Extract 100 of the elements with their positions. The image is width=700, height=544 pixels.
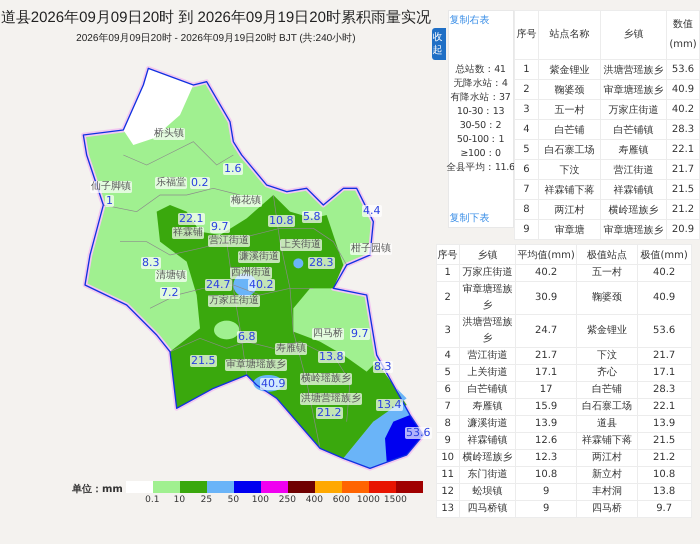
- town-name-label: 万家庄街道: [208, 295, 260, 307]
- rainfall-value-label: 4.4: [362, 205, 382, 217]
- table-cell: 审章塘: [538, 220, 601, 240]
- table-cell: 21.5: [637, 432, 692, 450]
- table-cell: 9.7: [637, 500, 692, 518]
- table-cell: 28.3: [666, 120, 700, 140]
- legend-tick-label: 400: [304, 495, 324, 505]
- table-cell: 4: [436, 348, 460, 364]
- rainfall-value-label: 0.2: [190, 177, 210, 189]
- table-cell: 7: [436, 398, 460, 416]
- rainfall-value-label: 7.2: [160, 287, 180, 299]
- town-name-label: 审章塘瑶族乡: [225, 359, 287, 371]
- table-cell: 白芒铺镇: [600, 120, 667, 140]
- stat-text: ≥100：0: [460, 147, 501, 161]
- legend-tick-label: 10: [172, 495, 186, 505]
- table-cell: 9: [514, 220, 539, 240]
- stat-text: 10-30：13: [456, 105, 504, 119]
- table-cell: 万家庄街道: [600, 100, 667, 120]
- table-cell: 祥霖铺镇: [600, 180, 667, 200]
- table-cell: 17: [516, 382, 577, 398]
- table-cell: 9: [436, 432, 460, 450]
- table-cell: 12: [436, 484, 460, 500]
- table-cell: 21.7: [637, 348, 692, 364]
- rainfall-value-label: 8.3: [141, 257, 160, 269]
- column-header: 站点名称: [538, 10, 601, 60]
- table-cell: 40.9: [666, 80, 700, 100]
- rainfall-value-label: 13.8: [318, 351, 344, 363]
- table-cell: 紫金锂业: [576, 314, 638, 348]
- table-cell: 10.8: [637, 466, 692, 484]
- table-cell: 15.9: [516, 398, 577, 416]
- town-name-label: 寿雁镇: [275, 343, 307, 355]
- legend-tick-label: 600: [332, 495, 351, 505]
- table-cell: 白石寨工场: [538, 140, 601, 160]
- table-cell: 蚣坝镇: [459, 484, 516, 500]
- table-cell: 白芒铺镇: [459, 382, 516, 398]
- copy-right-table-link[interactable]: 复制右表: [450, 13, 490, 27]
- town-name-label: 仙子脚镇: [90, 181, 132, 193]
- table-cell: 21.5: [666, 180, 700, 200]
- rainfall-value-label: 24.7: [205, 279, 232, 291]
- stat-text: 无降水站：4: [453, 77, 508, 91]
- table-cell: 营江街道: [600, 160, 667, 180]
- rainfall-value-label: 10.8: [268, 215, 294, 227]
- rainfall-value-label: 40.9: [260, 378, 286, 390]
- column-header: 序号: [514, 10, 539, 60]
- town-name-label: 西洲街道: [230, 267, 272, 279]
- table-cell: 万家庄街道: [459, 264, 516, 282]
- town-name-label: 濂溪街道: [238, 251, 280, 263]
- copy-below-table-link[interactable]: 复制下表: [450, 211, 490, 225]
- table-cell: 鞠婆颈: [538, 80, 601, 100]
- rainfall-value-label: 22.1: [178, 213, 204, 225]
- town-name-label: 四马桥: [312, 328, 344, 340]
- table-cell: 10: [436, 450, 460, 466]
- table-cell: 两江村: [576, 450, 638, 466]
- rainfall-value-label: 53.6: [405, 427, 432, 439]
- table-cell: 白芒铺: [538, 120, 601, 140]
- table-cell: 紫金锂业: [538, 60, 601, 80]
- table-cell: 12.6: [516, 432, 577, 450]
- map-title: 道县2026年09月09日20时 到 2026年09月19日20时累积雨量实况: [0, 8, 431, 27]
- table-cell: 两江村: [538, 200, 601, 220]
- table-cell: 横岭瑶族乡: [459, 450, 516, 466]
- table-cell: 1: [436, 264, 460, 282]
- table-cell: 5: [514, 140, 539, 160]
- table-cell: 10.8: [516, 466, 577, 484]
- table-cell: 40.2: [637, 264, 692, 282]
- table-cell: 21.2: [637, 450, 692, 466]
- table-cell: 寿雁镇: [459, 398, 516, 416]
- rainfall-value-label: 28.3: [308, 257, 334, 269]
- table-cell: 12.3: [516, 450, 577, 466]
- table-cell: 13.8: [637, 484, 692, 500]
- column-header: 乡镇: [600, 10, 667, 60]
- table-cell: 濂溪街道: [459, 416, 516, 432]
- town-name-label: 横岭瑶族乡: [300, 373, 352, 385]
- table-cell: 3: [514, 100, 539, 120]
- table-cell: 东门街道: [459, 466, 516, 484]
- legend-tick-label: 1000: [356, 495, 381, 505]
- collapse-button[interactable]: 收起: [432, 28, 446, 60]
- table-cell: 四马桥镇: [459, 500, 516, 518]
- table-cell: 17.1: [637, 364, 692, 382]
- town-name-label: 洪塘营瑶族乡: [300, 393, 362, 405]
- table-cell: 祥霖铺下蒋: [576, 432, 638, 450]
- table-cell: 40.2: [666, 100, 700, 120]
- town-name-label: 祥霖铺: [172, 227, 204, 239]
- stat-text: 总站数：41: [455, 63, 506, 77]
- town-name-label: 柑子园镇: [350, 243, 392, 255]
- town-name-label: 上关街道: [280, 239, 322, 251]
- table-cell: 洪塘营瑶族乡: [459, 314, 516, 348]
- table-cell: 28.3: [637, 382, 692, 398]
- time-range-subtitle: 2026年09月09日20时 - 2026年09月19日20时 BJT (共:240小时): [76, 32, 356, 45]
- table-cell: 上关街道: [459, 364, 516, 382]
- table-cell: 20.9: [666, 220, 700, 240]
- table-cell: 审章塘瑶族乡: [459, 282, 516, 314]
- column-header: 序号: [436, 244, 460, 264]
- rainfall-value-label: 21.2: [316, 407, 342, 419]
- table-cell: 白芒铺: [576, 382, 638, 398]
- column-header: 平均值(mm): [516, 244, 577, 264]
- table-cell: 13.9: [637, 416, 692, 432]
- table-cell: 17.1: [516, 364, 577, 382]
- table-cell: 53.6: [666, 60, 700, 80]
- table-cell: 审章塘瑶族乡: [600, 220, 667, 240]
- stat-text: 全县平均：11.6: [446, 161, 515, 175]
